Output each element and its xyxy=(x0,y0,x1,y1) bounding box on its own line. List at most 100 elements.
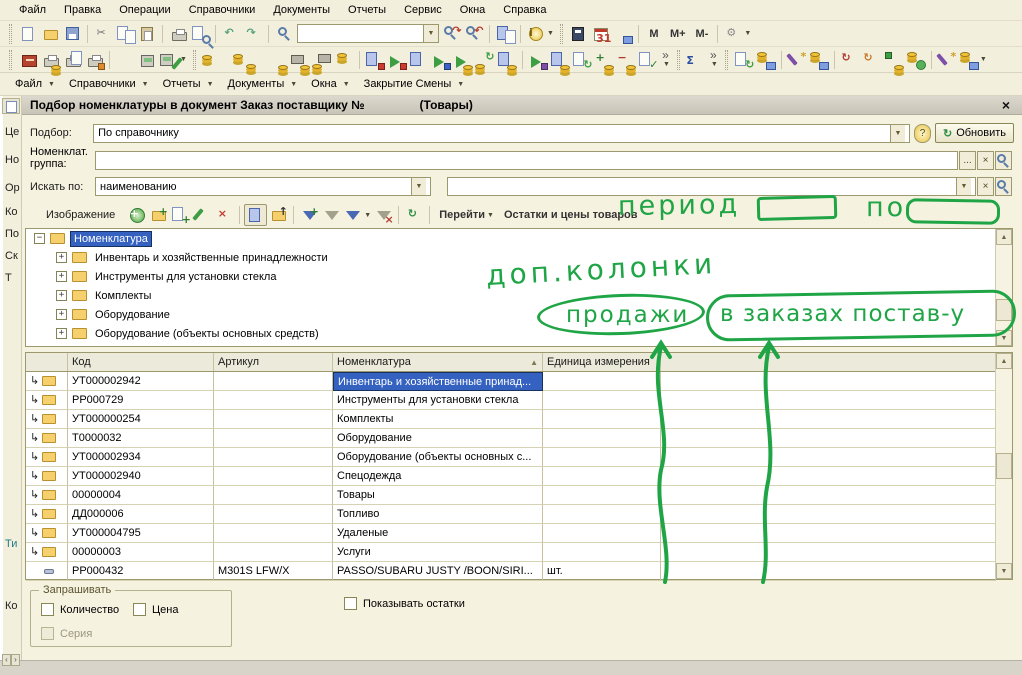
customer-doc-icon[interactable] xyxy=(408,49,430,71)
scroll-down-icon[interactable]: ▼ xyxy=(996,563,1012,579)
cell-name[interactable]: Оборудование xyxy=(333,429,543,448)
open-magnifier-button[interactable] xyxy=(995,151,1012,170)
cell-unit[interactable] xyxy=(543,467,661,486)
report-money-icon[interactable] xyxy=(496,49,518,71)
new-file-icon[interactable] xyxy=(17,23,39,45)
menu-Сервис[interactable]: Сервис xyxy=(395,2,451,18)
doc-approved-icon[interactable]: ✓ xyxy=(637,49,659,71)
close-icon[interactable]: × xyxy=(998,97,1014,113)
cell-unit[interactable] xyxy=(543,505,661,524)
person-money-icon[interactable] xyxy=(267,49,289,71)
cell-code[interactable]: Т0000032 xyxy=(68,429,214,448)
hierarchy-view-icon[interactable] xyxy=(244,204,267,226)
filter-clear-icon[interactable]: × xyxy=(372,204,394,226)
tree-item[interactable]: −Номенклатура xyxy=(26,229,1012,248)
search-by-combobox[interactable]: наименованию ▼ xyxy=(95,177,431,196)
info-icon[interactable]: i▼ xyxy=(525,23,555,45)
cell-article[interactable] xyxy=(214,429,333,448)
cell-article[interactable] xyxy=(214,486,333,505)
cell-code[interactable]: РР000432 xyxy=(68,562,214,581)
add-money-icon[interactable]: + xyxy=(593,49,615,71)
select-button[interactable]: ... xyxy=(959,151,976,170)
refresh-icon[interactable]: ↻ xyxy=(403,204,425,226)
tree-item[interactable]: +Комплекты xyxy=(26,286,1012,305)
copy-item-icon[interactable]: + xyxy=(169,204,191,226)
undo-icon[interactable]: ↶ xyxy=(220,23,242,45)
column-header-empty[interactable] xyxy=(661,353,996,371)
incoming-doc-icon[interactable] xyxy=(364,49,386,71)
cell-article[interactable] xyxy=(214,448,333,467)
chevron-down-icon[interactable]: ▼ xyxy=(411,178,426,195)
cell-name[interactable]: Оборудование (объекты основных с... xyxy=(333,448,543,467)
scrollbar-thumb[interactable] xyxy=(996,453,1012,479)
customer-payment-icon[interactable] xyxy=(201,49,223,71)
add-item-icon[interactable]: + xyxy=(125,204,147,226)
more-buttons-chevron[interactable]: »▼ xyxy=(659,51,672,68)
copy-icon[interactable] xyxy=(114,23,136,45)
price-checkbox[interactable]: Цена xyxy=(133,603,178,616)
service-wrench-icon[interactable]: ⚙▼ xyxy=(722,23,752,45)
expand-icon[interactable]: + xyxy=(56,252,67,263)
chevron-down-icon[interactable]: ▼ xyxy=(956,178,971,195)
expand-icon[interactable]: + xyxy=(56,309,67,320)
cell-code[interactable]: ДД000006 xyxy=(68,505,214,524)
refresh-button[interactable]: ↻ Обновить xyxy=(935,123,1014,143)
cash-box-icon[interactable] xyxy=(755,49,777,71)
more-buttons-chevron[interactable]: »▼ xyxy=(707,51,720,68)
cell-filler[interactable] xyxy=(661,524,996,543)
money-flow-icon[interactable]: ↻ xyxy=(474,49,496,71)
scroll-down-icon[interactable]: ▼ xyxy=(996,330,1012,346)
scroll-up-icon[interactable]: ▲ xyxy=(996,229,1012,245)
price-hammer-icon[interactable] xyxy=(883,49,905,71)
menu2-Отчеты[interactable]: Отчеты▼ xyxy=(156,76,221,92)
print-preview-icon[interactable] xyxy=(189,23,211,45)
cell-name[interactable]: Топливо xyxy=(333,505,543,524)
cell-filler[interactable] xyxy=(661,391,996,410)
cell-unit[interactable] xyxy=(543,543,661,562)
menu-Документы[interactable]: Документы xyxy=(264,2,339,18)
cell-article[interactable] xyxy=(214,410,333,429)
tree-item[interactable]: +Оборудование xyxy=(26,305,1012,324)
pos-operations-icon[interactable]: ▼ xyxy=(158,49,188,71)
calculator-icon[interactable] xyxy=(568,23,590,45)
cell-code[interactable]: УТ000000254 xyxy=(68,410,214,429)
payroll-icon[interactable]: Σ xyxy=(685,49,707,71)
chevron-down-icon[interactable]: ▼ xyxy=(423,25,438,42)
filter-icon[interactable] xyxy=(320,204,342,226)
cell-article[interactable] xyxy=(214,505,333,524)
cell-name[interactable]: Удаленые xyxy=(333,524,543,543)
cell-code[interactable]: УТ000002940 xyxy=(68,467,214,486)
chevron-down-icon[interactable]: ▼ xyxy=(890,125,905,142)
cash-register-icon[interactable] xyxy=(136,49,158,71)
calendar-icon[interactable]: 31 xyxy=(590,23,612,45)
expense-arrow-icon[interactable] xyxy=(452,49,474,71)
exchange-out-icon[interactable]: ↻ xyxy=(839,49,861,71)
cell-code[interactable]: 00000004 xyxy=(68,486,214,505)
save-icon[interactable] xyxy=(61,23,83,45)
cell-filler[interactable] xyxy=(661,410,996,429)
tree-scrollbar[interactable]: ▲ ▼ xyxy=(995,229,1012,346)
table-row[interactable]: ↳00000004Товары xyxy=(26,486,996,505)
cell-filler[interactable] xyxy=(661,505,996,524)
column-header-Артикул[interactable]: Артикул xyxy=(214,353,333,371)
cell-unit[interactable] xyxy=(543,372,661,391)
receipt-printer-icon[interactable] xyxy=(61,49,83,71)
cell-article[interactable] xyxy=(214,524,333,543)
memory-minus-button[interactable]: М- xyxy=(691,23,714,45)
print-icon[interactable] xyxy=(167,23,189,45)
cell-article[interactable] xyxy=(214,467,333,486)
exchange-in-icon[interactable]: ↻ xyxy=(861,49,883,71)
coins-icon[interactable] xyxy=(333,49,355,71)
cell-filler[interactable] xyxy=(661,448,996,467)
menu-Справочники[interactable]: Справочники xyxy=(180,2,265,18)
cell-name[interactable]: Товары xyxy=(333,486,543,505)
add-group-icon[interactable]: + xyxy=(147,204,169,226)
warehouse-money-icon[interactable] xyxy=(289,49,311,71)
cell-name[interactable]: Услуги xyxy=(333,543,543,562)
subtract-money-icon[interactable]: − xyxy=(615,49,637,71)
dialog-titlebar[interactable]: Подбор номенклатуры в документ Заказ пос… xyxy=(22,96,1022,115)
doc-money-icon[interactable] xyxy=(549,49,571,71)
open-file-icon[interactable] xyxy=(39,23,61,45)
collapse-icon[interactable]: − xyxy=(34,233,45,244)
column-header-Единица измерения[interactable]: Единица измерения xyxy=(543,353,661,371)
